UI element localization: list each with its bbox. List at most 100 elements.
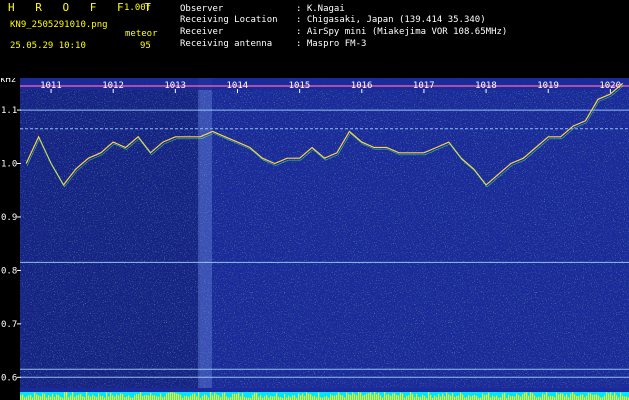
activity-bar-spike (198, 392, 200, 400)
activity-bar-spike (430, 394, 432, 400)
activity-bar-spike (170, 392, 172, 400)
activity-bar-spike (468, 395, 470, 400)
activity-bar-spike (204, 394, 206, 400)
activity-bar-spike (402, 393, 404, 400)
activity-bar-spike (492, 395, 494, 400)
activity-bar-spike (352, 392, 354, 400)
activity-bar-spike (102, 395, 104, 400)
activity-bar-spike (610, 392, 612, 400)
activity-bar-spike (152, 395, 154, 400)
info-value-location: : Chigasaki, Japan (139.414 35.340) (296, 15, 486, 25)
activity-bar-spike (256, 392, 258, 400)
activity-bar-spike (558, 394, 560, 400)
activity-bar-spike (304, 395, 306, 400)
activity-bar-spike (118, 395, 120, 400)
activity-bar-spike (218, 395, 220, 400)
activity-bar-spike (326, 396, 328, 400)
activity-bar-spike (308, 393, 310, 400)
activity-bar-spike (544, 394, 546, 400)
activity-bar-spike (532, 393, 534, 400)
activity-bar-spike (428, 392, 430, 400)
activity-bar-spike (172, 392, 174, 400)
activity-bar-spike (496, 395, 498, 400)
activity-bar-spike (570, 393, 572, 400)
activity-bar-spike (288, 395, 290, 400)
info-key-antenna: Receiving antenna (180, 39, 273, 49)
activity-bar-spike (598, 395, 600, 400)
activity-bar-spike (302, 393, 304, 400)
activity-bar-spike (552, 396, 554, 400)
activity-bar-spike (512, 395, 514, 400)
activity-bar-spike (136, 393, 138, 400)
activity-bar-spike (350, 395, 352, 400)
activity-bar-spike (364, 395, 366, 400)
activity-bar-spike (604, 395, 606, 400)
activity-bar-spike (112, 395, 114, 400)
activity-bar-spike (588, 393, 590, 400)
activity-bar-spike (272, 396, 274, 400)
activity-bar-spike (238, 392, 240, 400)
activity-bar-spike (396, 394, 398, 400)
activity-bar-spike (284, 394, 286, 400)
spectrogram: 1011 1012 1013 1014 1015 1016 1017 1018 1019 1020… (0, 78, 629, 400)
activity-bar-spike (332, 395, 334, 400)
activity-bar-spike (620, 392, 622, 400)
activity-bar-spike (494, 396, 496, 400)
activity-bar-spike (336, 394, 338, 400)
activity-bar-spike (440, 396, 442, 400)
activity-bar-spike (518, 395, 520, 400)
activity-bar-spike (576, 395, 578, 400)
activity-bar-spike (566, 394, 568, 400)
activity-bar-spike (592, 394, 594, 400)
activity-bar-spike (410, 392, 412, 400)
activity-bar-spike (546, 392, 548, 400)
activity-bar-spike (298, 393, 300, 400)
activity-bar-spike (100, 395, 102, 400)
activity-bar-spike (408, 395, 410, 400)
activity-bar-spike (148, 395, 150, 400)
activity-bar-spike (482, 393, 484, 400)
activity-bar-spike (192, 393, 194, 400)
activity-bar-spike (266, 395, 268, 400)
activity-bar-spike (372, 394, 374, 400)
activity-bar-spike (572, 392, 574, 400)
info-key-receiver: Receiver (180, 27, 224, 37)
activity-bar-spike (424, 396, 426, 400)
activity-bar-spike (622, 395, 624, 400)
activity-bar-spike (122, 394, 124, 400)
activity-bar-spike (606, 392, 608, 400)
activity-bar-spike (560, 393, 562, 400)
activity-bar-spike (574, 394, 576, 400)
activity-bar-spike (528, 395, 530, 400)
activity-bar-spike (180, 394, 182, 400)
activity-bar-spike (526, 392, 528, 400)
activity-bar-spike (580, 394, 582, 400)
activity-bar-spike (52, 393, 54, 400)
activity-bar-spike (116, 394, 118, 400)
activity-bar-spike (508, 394, 510, 400)
activity-bar-spike (88, 395, 90, 400)
activity-bar-spike (450, 395, 452, 400)
activity-bar-spike (586, 395, 588, 400)
activity-bar-spike (56, 394, 58, 400)
activity-bar-spike (502, 393, 504, 400)
activity-bar-spike (234, 393, 236, 400)
activity-bar-spike (264, 396, 266, 400)
activity-bar-spike (26, 396, 28, 400)
activity-bar-spike (28, 395, 30, 400)
activity-bar-spike (612, 395, 614, 400)
activity-bar-spike (434, 395, 436, 400)
info-key-observer: Observer (180, 4, 224, 14)
activity-bar-spike (412, 394, 414, 400)
activity-bar-spike (374, 392, 376, 400)
activity-bar-spike (142, 396, 144, 400)
activity-bar-spike (330, 394, 332, 400)
activity-bar-spike (252, 394, 254, 400)
y-tick-label: 0.8 (1, 266, 17, 276)
activity-bar-spike (550, 395, 552, 400)
activity-bar-spike (616, 395, 618, 400)
info-value-observer: : K.Nagai (296, 4, 345, 14)
activity-bar-spike (78, 394, 80, 400)
activity-bar-spike (30, 394, 32, 400)
activity-bar-spike (86, 392, 88, 400)
